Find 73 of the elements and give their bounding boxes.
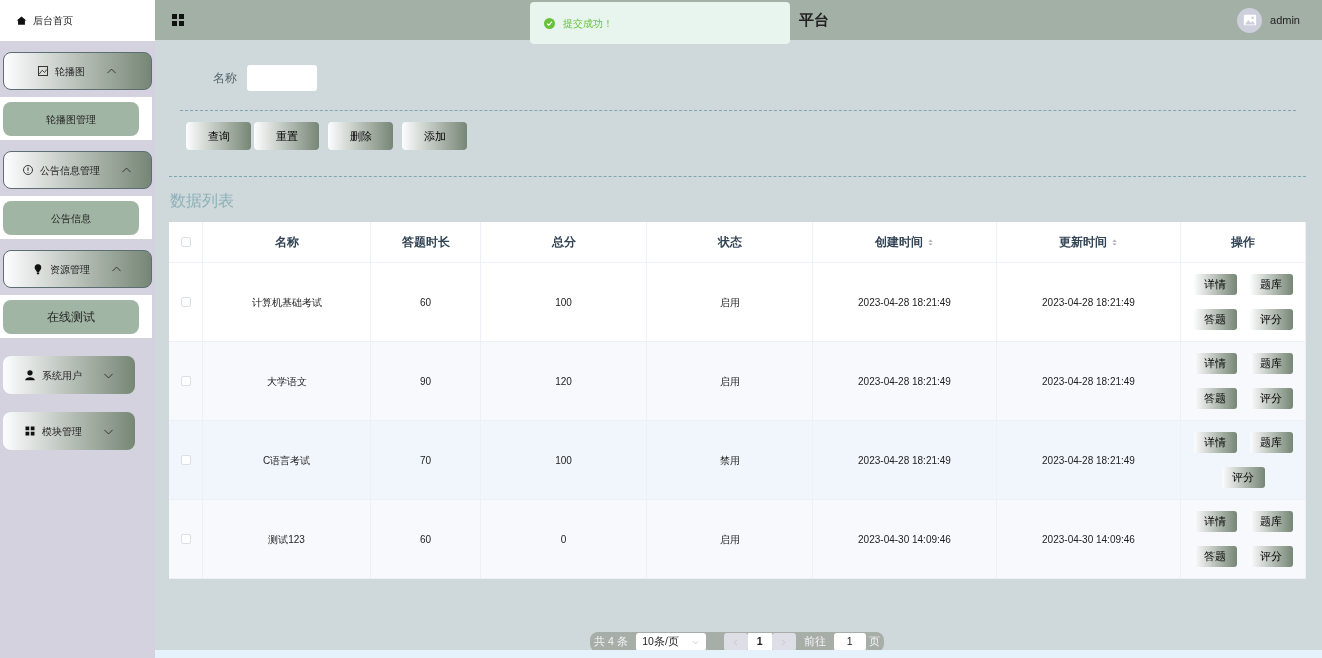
column-header: 名称 — [203, 222, 371, 263]
submenu-item[interactable]: 在线测试 — [3, 300, 139, 334]
chevron-down-icon — [692, 638, 700, 646]
next-page-button[interactable] — [771, 633, 796, 651]
submenu-item[interactable]: 轮播图管理 — [3, 102, 139, 136]
current-page[interactable]: 1 — [747, 633, 772, 651]
home-icon — [16, 15, 27, 26]
check-circle-icon — [544, 17, 555, 29]
row-checkbox[interactable] — [180, 376, 191, 386]
menu-group-button[interactable]: 轮播图 — [3, 52, 152, 90]
row-action-button[interactable]: 评分 — [1249, 388, 1293, 409]
total-count: 共 4 条 — [594, 634, 628, 650]
avatar[interactable] — [1237, 7, 1263, 33]
submenu-item[interactable]: 公告信息 — [3, 201, 139, 235]
row-action-button[interactable]: 答题 — [1193, 309, 1237, 330]
select-all-checkbox[interactable] — [180, 237, 191, 247]
page-unit-label: 页 — [868, 634, 880, 650]
name-input-field[interactable] — [247, 65, 317, 91]
table-cell: 测试123 — [203, 500, 371, 579]
menu-group-button[interactable]: 系统用户 — [3, 356, 135, 394]
action-button[interactable]: 删除 — [328, 122, 393, 150]
row-action-button[interactable]: 详情 — [1193, 511, 1237, 532]
table-cell: 0 — [481, 500, 647, 579]
column-header: 状态 — [647, 222, 813, 263]
home-link[interactable]: 后台首页 — [0, 0, 155, 41]
row-action-button[interactable]: 题库 — [1249, 432, 1293, 453]
row-action-button[interactable]: 答题 — [1193, 546, 1237, 567]
toast-message: 提交成功！ — [563, 16, 613, 31]
lightbulb-icon — [32, 263, 44, 275]
field-label: 名称 — [213, 70, 237, 87]
menu-group-button[interactable]: 资源管理 — [3, 250, 152, 288]
row-checkbox[interactable] — [180, 534, 191, 544]
column-header[interactable]: 更新时间 — [997, 222, 1181, 263]
column-header: 总分 — [481, 222, 647, 263]
user-icon — [23, 369, 36, 381]
row-action-button[interactable]: 答题 — [1193, 388, 1237, 409]
row-action-button[interactable]: 评分 — [1249, 309, 1293, 330]
menu-group-button[interactable]: 模块管理 — [3, 412, 135, 450]
grid-icon — [170, 12, 186, 28]
table-cell: 60 — [371, 500, 481, 579]
row-action-button[interactable]: 题库 — [1249, 353, 1293, 374]
table-cell: 2023-04-30 14:09:46 — [813, 500, 997, 579]
row-checkbox[interactable] — [180, 455, 191, 465]
action-button[interactable]: 重置 — [254, 122, 319, 150]
sort-icon — [1111, 237, 1118, 247]
user-name[interactable]: admin — [1270, 11, 1300, 29]
action-button[interactable]: 添加 — [402, 122, 467, 150]
goto-label: 前往 — [803, 634, 826, 650]
table-cell: 2023-04-30 14:09:46 — [997, 500, 1181, 579]
column-header: 操作 — [1181, 222, 1306, 263]
action-button[interactable]: 查询 — [186, 122, 251, 150]
previous-page-button[interactable] — [723, 633, 748, 651]
app-title: 平台 — [799, 9, 829, 30]
sort-icon — [927, 237, 934, 247]
page-size-select[interactable]: 10条/页 — [635, 633, 706, 651]
table-cell: 启用 — [647, 500, 813, 579]
row-action-button[interactable]: 详情 — [1193, 353, 1237, 374]
row-checkbox[interactable] — [180, 297, 191, 307]
column-header[interactable]: 创建时间 — [813, 222, 997, 263]
row-action-button[interactable]: 评分 — [1221, 467, 1265, 488]
image-icon — [37, 65, 49, 77]
image-icon — [1242, 13, 1257, 27]
row-action-button[interactable]: 详情 — [1193, 432, 1237, 453]
row-action-button[interactable]: 题库 — [1249, 274, 1293, 295]
goto-page-field[interactable]: 1 — [833, 633, 866, 651]
section-title: 数据列表 — [169, 191, 235, 211]
menu-group-button[interactable]: 公告信息管理 — [3, 151, 152, 189]
row-action-button[interactable]: 评分 — [1249, 546, 1293, 567]
grid-icon — [23, 425, 36, 437]
row-action-button[interactable]: 详情 — [1193, 274, 1237, 295]
row-action-button[interactable]: 题库 — [1249, 511, 1293, 532]
info-icon — [22, 164, 34, 176]
column-header: 答题时长 — [371, 222, 481, 263]
